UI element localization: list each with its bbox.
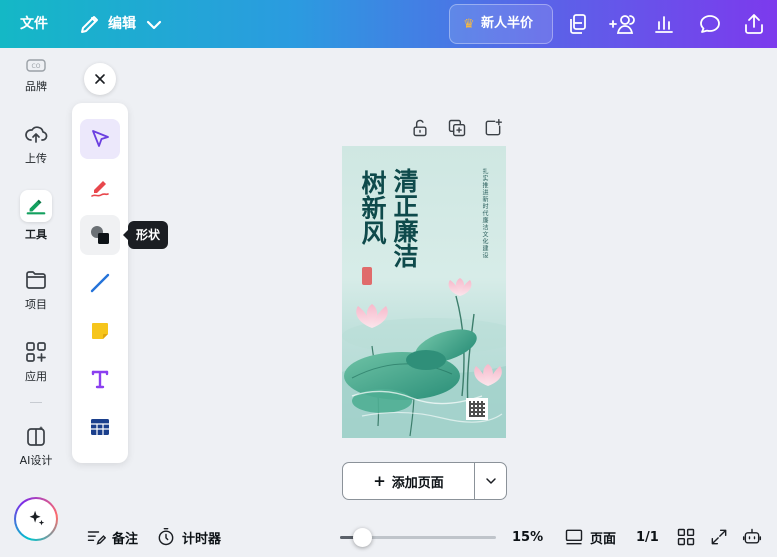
poster-title-left: 树新风	[358, 170, 387, 245]
crown-icon: ♛	[463, 17, 475, 32]
rail-label-brand: 品牌	[25, 80, 47, 93]
sparkle-icon	[16, 499, 56, 539]
unlock-icon[interactable]	[410, 118, 430, 138]
comment-icon[interactable]	[698, 12, 722, 36]
shapes-tooltip: 形状	[122, 221, 169, 249]
poster-seal	[362, 267, 372, 285]
brand-icon: CO	[24, 58, 48, 74]
cloud-upload-icon	[24, 122, 48, 146]
tools-icon	[20, 190, 52, 222]
timer-icon	[158, 527, 174, 546]
pencil-icon[interactable]	[78, 12, 102, 36]
promo-button[interactable]: ♛ 新人半价	[449, 4, 553, 44]
poster-qr-code	[466, 398, 488, 420]
add-page-button-group: + 添加页面	[342, 462, 507, 500]
shapes-icon[interactable]	[80, 215, 120, 255]
chevron-down-icon[interactable]	[142, 13, 162, 33]
add-page-icon[interactable]	[483, 118, 503, 138]
pages-button[interactable]: 页面	[564, 525, 616, 549]
rail-item-upload[interactable]: 上传	[0, 122, 72, 166]
design-poster[interactable]: 清正廉洁 树新风 扎实推进新时代廉洁文化建设	[342, 146, 506, 438]
magic-assistant-button[interactable]	[14, 497, 58, 541]
plus-icon: +	[373, 472, 386, 490]
duplicate-page-icon[interactable]	[447, 118, 467, 138]
rail-label-tools: 工具	[25, 228, 47, 241]
folder-icon	[24, 268, 48, 292]
zoom-level[interactable]: 15%	[512, 525, 543, 549]
rail-divider	[30, 402, 42, 403]
fullscreen-icon[interactable]	[709, 527, 729, 547]
rail-label-apps: 应用	[25, 370, 47, 383]
timer-label: 计时器	[182, 531, 222, 547]
poster-subtitle: 扎实推进新时代廉洁文化建设	[481, 168, 488, 259]
notes-icon	[87, 531, 106, 545]
ai-design-icon	[24, 424, 48, 448]
draw-pen-icon[interactable]	[80, 167, 120, 207]
rail-item-brand[interactable]: CO 品牌	[0, 58, 72, 94]
timer-button[interactable]: 计时器	[156, 525, 221, 549]
zoom-slider-handle[interactable]	[353, 528, 372, 547]
share-people-icon[interactable]	[608, 12, 636, 36]
poster-title-right: 清正廉洁	[390, 168, 419, 268]
pages-label: 页面	[590, 531, 617, 547]
page-count: 1/1	[636, 525, 659, 549]
chevron-down-icon	[486, 478, 496, 484]
top-bar: 文件 编辑 ♛ 新人半价	[0, 0, 777, 48]
apps-grid-icon	[24, 340, 48, 364]
line-icon[interactable]	[80, 263, 120, 303]
promo-label: 新人半价	[481, 16, 534, 31]
select-cursor-icon[interactable]	[80, 119, 120, 159]
rail-item-apps[interactable]: 应用	[0, 340, 72, 384]
rail-item-projects[interactable]: 项目	[0, 268, 72, 312]
zoom-value: 15%	[512, 529, 544, 545]
rail-label-projects: 项目	[25, 298, 47, 311]
close-icon	[95, 74, 105, 84]
rail-label-ai-design: AI设计	[19, 454, 53, 467]
grid-view-icon[interactable]	[676, 527, 696, 547]
upload-share-icon[interactable]	[742, 12, 766, 36]
add-page-options-button[interactable]	[475, 463, 507, 499]
svg-text:CO: CO	[32, 63, 41, 70]
rail-item-ai-design[interactable]: AI设计	[0, 424, 72, 468]
notes-button[interactable]: 备注	[86, 525, 138, 549]
table-icon[interactable]	[80, 407, 120, 447]
text-icon[interactable]	[80, 359, 120, 399]
rail-label-upload: 上传	[25, 152, 47, 165]
notes-label: 备注	[112, 531, 139, 547]
file-menu[interactable]: 文件	[20, 0, 48, 48]
close-tools-button[interactable]	[84, 63, 116, 95]
add-page-label: 添加页面	[391, 475, 444, 491]
page-count-value: 1/1	[636, 529, 659, 545]
insights-chart-icon[interactable]	[652, 12, 676, 36]
assistant-bot-icon[interactable]	[742, 527, 762, 547]
tools-panel	[72, 103, 128, 463]
rail-item-tools[interactable]: 工具	[0, 190, 72, 242]
copy-pages-icon[interactable]	[566, 12, 590, 36]
add-page-button[interactable]: + 添加页面	[343, 463, 474, 499]
sticky-note-icon[interactable]	[80, 311, 120, 351]
pages-icon	[565, 529, 583, 545]
zoom-slider[interactable]	[340, 528, 496, 547]
edit-menu[interactable]: 编辑	[108, 0, 136, 48]
